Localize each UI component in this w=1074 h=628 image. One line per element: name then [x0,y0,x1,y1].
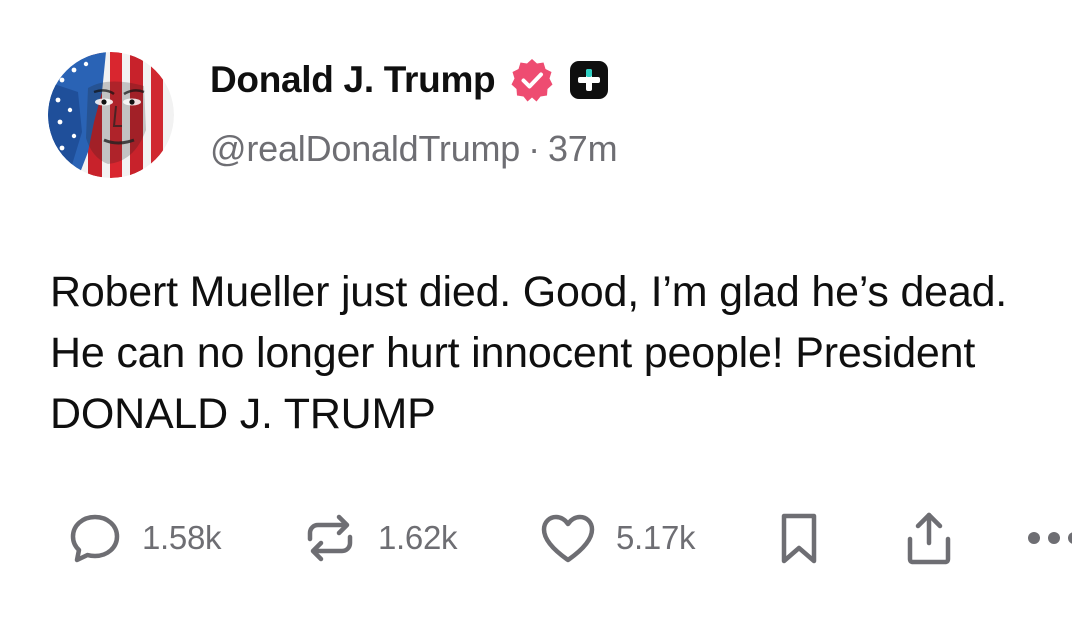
like-count: 5.17k [616,519,696,556]
avatar-image [48,52,174,178]
post-text: Robert Mueller just died. Good, I’m glad… [50,268,1008,438]
meta-separator: · [528,128,540,169]
bookmark-icon [776,509,822,567]
author-name-row: Donald J. Trump [210,54,609,106]
verified-badge-icon [509,57,555,103]
more-icon [1026,528,1072,548]
author-display-name[interactable]: Donald J. Trump [210,59,496,101]
more-button[interactable] [1026,498,1072,578]
repost-icon [300,509,360,567]
reply-button[interactable]: 1.58k [66,498,222,578]
author-meta: @realDonaldTrump · 37m [210,128,618,170]
avatar[interactable] [48,52,174,178]
repost-count: 1.62k [378,519,458,556]
author-handle[interactable]: @realDonaldTrump [210,128,520,169]
action-bar: 1.58k 1.62k 5.17k [0,498,1074,578]
plus-badge-icon [569,60,609,100]
post-card: Donald J. Trump @realDonaldTrump · 37m Rob… [0,0,1074,628]
bookmark-button[interactable] [776,498,822,578]
post-timestamp[interactable]: 37m [548,128,618,169]
heart-icon [538,510,598,566]
share-button[interactable] [900,498,958,578]
reply-icon [66,509,124,567]
repost-button[interactable]: 1.62k [300,498,458,578]
share-icon [900,507,958,569]
reply-count: 1.58k [142,519,222,556]
like-button[interactable]: 5.17k [538,498,696,578]
